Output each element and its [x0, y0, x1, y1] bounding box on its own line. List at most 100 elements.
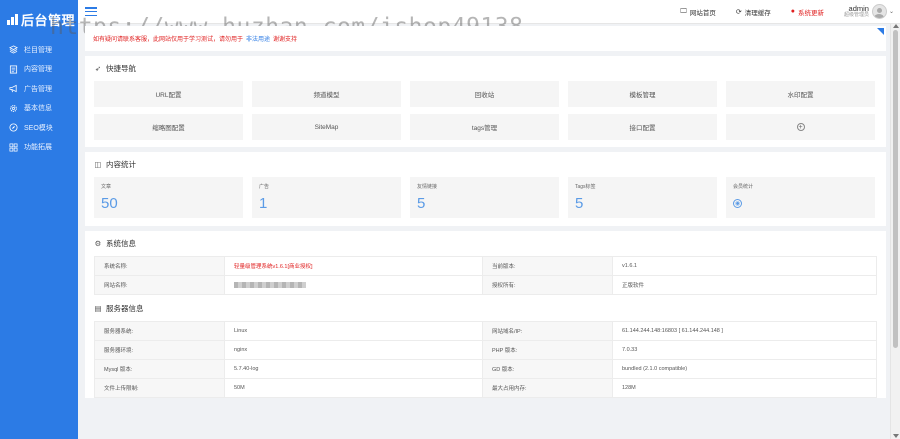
user-names: admin 超级管理员 [843, 4, 869, 19]
stat-label: 文章 [101, 184, 112, 190]
sidebar-item-label: 功能拓展 [24, 144, 52, 152]
gear-icon [9, 104, 18, 113]
monitor-icon: 🖵 [680, 7, 687, 15]
quick-nav-add-button[interactable]: + [726, 114, 875, 140]
sidebar-item-extensions[interactable]: 功能拓展 [0, 138, 78, 158]
send-icon: ➶ [94, 64, 102, 73]
table-key: 网站名称: [94, 275, 225, 295]
top-bar: 🖵 网站首页 ⟳ 清理缓存 ● 系统更新 admin 超级管理员 ⌄ [78, 0, 900, 24]
sidebar-nav: 栏目管理 内容管理 广告管理 基本信息 SEO模块 功能拓展 [0, 40, 78, 157]
sidebar-item-basic-info[interactable]: 基本信息 [0, 99, 78, 119]
document-icon [9, 65, 18, 74]
clear-cache-button[interactable]: ⟳ 清理缓存 [736, 7, 771, 17]
table-value: nginx [224, 340, 483, 360]
quick-nav-item[interactable]: 缩略图配置 [94, 114, 243, 140]
table-key: GD 版本: [482, 359, 613, 379]
stat-ads[interactable]: 广告 1 [252, 177, 401, 218]
table-key: 服务器环境: [94, 340, 225, 360]
table-value: 5.7.40-log [224, 359, 483, 379]
stat-articles[interactable]: 文章 50 [94, 177, 243, 218]
user-role: 超级管理员 [843, 11, 869, 18]
table-key: 当前版本: [482, 256, 613, 276]
sidebar-item-column[interactable]: 栏目管理 [0, 40, 78, 60]
menu-toggle-icon[interactable] [85, 7, 97, 16]
stat-members[interactable]: 会员统计 ◉ [726, 177, 875, 218]
table-value: 128M [612, 378, 877, 398]
refresh-icon: ⟳ [735, 8, 742, 16]
sidebar-item-label: 内容管理 [24, 66, 52, 74]
table-row: 文件上传限制: 50M 最大占用内存: 128M [94, 378, 877, 398]
quick-nav-grid: URL配置 频道模型 回收站 模板管理 水印配置 缩略图配置 SiteMap t… [94, 81, 877, 140]
server-info-header: ▤ 服务器信息 [94, 295, 877, 321]
table-value: 7.0.33 [612, 340, 877, 360]
stat-tags[interactable]: Tags标签 5 [568, 177, 717, 218]
vertical-scrollbar[interactable] [890, 24, 900, 439]
site-home-link[interactable]: 🖵 网站首页 [680, 7, 716, 17]
table-key: Mysql 版本: [94, 359, 225, 379]
sidebar-item-label: 广告管理 [24, 85, 52, 93]
quick-nav-item[interactable]: URL配置 [94, 81, 243, 107]
sidebar-item-seo[interactable]: SEO模块 [0, 118, 78, 138]
sidebar-item-ads[interactable]: 广告管理 [0, 79, 78, 99]
table-value-redacted [224, 275, 483, 295]
quick-nav-item[interactable]: 频道模型 [252, 81, 401, 107]
notice-text: 如有疑问请联系客服，此网站仅用于学习测试，请勿用于 [93, 37, 244, 43]
chart-icon: ◫ [94, 160, 102, 169]
system-info-table: 系统名称: 轻量级管理系统v1.6.1[商业授权] 当前版本: v1.6.1 网… [94, 256, 877, 295]
stat-value: 5 [417, 195, 426, 212]
clear-cache-label: 清理缓存 [744, 9, 771, 17]
system-update-label: 系统更新 [797, 9, 824, 17]
system-info-header: ⚙ 系统信息 [94, 231, 877, 256]
table-row: 服务器系统: Linux 网站域名/IP: 61.144.244.148:168… [94, 321, 877, 341]
notice-tail: 谢谢支持 [273, 37, 298, 43]
grid-icon [9, 143, 18, 152]
server-info-table: 服务器系统: Linux 网站域名/IP: 61.144.244.148:168… [94, 321, 877, 398]
logo-icon [7, 13, 18, 25]
quick-nav-item[interactable]: 接口配置 [568, 114, 717, 140]
table-value: v1.6.1 [612, 256, 877, 276]
scroll-down-icon[interactable] [893, 434, 899, 438]
stat-label: Tags标签 [575, 184, 596, 190]
server-info-title: 服务器信息 [106, 303, 144, 313]
top-actions: 🖵 网站首页 ⟳ 清理缓存 ● 系统更新 admin 超级管理员 ⌄ [660, 0, 900, 24]
avatar[interactable] [871, 4, 887, 19]
system-info-title: 系统信息 [106, 239, 136, 248]
scrollbar-thumb[interactable] [893, 30, 898, 348]
stats-grid: 文章 50 广告 1 友情链接 5 Tags标签 5 会员统计 ◉ [94, 177, 877, 218]
sidebar-item-label: 基本信息 [24, 105, 52, 113]
sidebar-item-content[interactable]: 内容管理 [0, 60, 78, 80]
redacted-block [234, 281, 306, 288]
quick-nav-item[interactable]: 模板管理 [568, 81, 717, 107]
corner-flag-icon [877, 28, 884, 35]
sidebar-item-label: SEO模块 [24, 124, 53, 132]
stat-links[interactable]: 友情链接 5 [410, 177, 559, 218]
server-icon: ▤ [94, 303, 102, 313]
quick-nav-card: ➶ 快捷导航 URL配置 频道模型 回收站 模板管理 水印配置 缩略图配置 Si… [85, 56, 886, 147]
table-value: 轻量级管理系统v1.6.1[商业授权] [224, 256, 483, 276]
compass-icon [9, 123, 18, 132]
table-row: 网站名称: 授权所有: 正版软件 [94, 275, 877, 295]
quick-nav-item[interactable]: 水印配置 [726, 81, 875, 107]
scroll-up-icon[interactable] [893, 24, 899, 28]
app-title: 后台管理 [21, 12, 76, 28]
table-value: bundled (2.1.0 compatible) [612, 359, 877, 379]
user-menu[interactable]: admin 超级管理员 ⌄ [844, 4, 894, 19]
sidebar-item-label: 栏目管理 [24, 46, 52, 54]
table-value: 61.144.244.148:16803 [ 61.144.244.148 ] [612, 321, 877, 341]
quick-nav-item[interactable]: tags管理 [410, 114, 559, 140]
site-home-label: 网站首页 [689, 9, 716, 17]
system-update-button[interactable]: ● 系统更新 [791, 7, 824, 17]
quick-nav-item[interactable]: 回收站 [410, 81, 559, 107]
table-value: 50M [224, 378, 483, 398]
gear-icon: ⚙ [94, 239, 102, 248]
quick-nav-title: 快捷导航 [106, 64, 136, 73]
stat-label: 会员统计 [733, 184, 754, 190]
quick-nav-item[interactable]: SiteMap [252, 114, 401, 140]
stat-label: 广告 [259, 184, 270, 190]
app-logo[interactable]: 后台管理 [0, 0, 78, 38]
table-key: 服务器系统: [94, 321, 225, 341]
table-row: 服务器环境: nginx PHP 版本: 7.0.33 [94, 340, 877, 360]
notice-highlight: 非法用途 [246, 37, 271, 43]
megaphone-icon [9, 84, 18, 93]
content-stats-title: 内容统计 [106, 160, 136, 169]
